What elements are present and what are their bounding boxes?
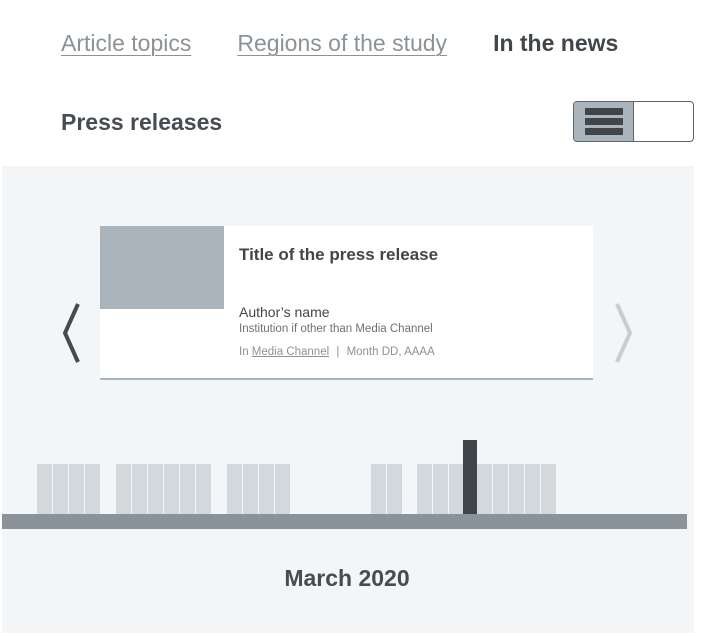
media-channel-link[interactable]: Media Channel	[252, 346, 329, 358]
press-release-card[interactable]: Title of the press release Author’s name…	[100, 226, 593, 380]
timeline-day-tick[interactable]	[541, 464, 556, 514]
timeline-day-tick[interactable]	[259, 464, 274, 514]
timeline-day-tick[interactable]	[417, 464, 432, 514]
timeline-day-tick[interactable]	[371, 464, 386, 514]
author-name: Author’s name	[239, 304, 330, 320]
institution: Institution if other than Media Channel	[239, 323, 433, 335]
timeline-day-tick[interactable]	[53, 464, 68, 514]
view-toggle	[573, 101, 694, 142]
tab-in-the-news[interactable]: In the news	[493, 30, 618, 57]
chevron-right-icon[interactable]	[611, 298, 637, 368]
timeline-day-tick[interactable]	[243, 464, 258, 514]
timeline-day-tick[interactable]	[449, 464, 464, 514]
timeline-day-tick[interactable]	[387, 464, 402, 514]
timeline-day-tick-selected[interactable]	[463, 440, 477, 514]
meta-separator: |	[336, 346, 340, 358]
month-label: March 2020	[284, 565, 410, 591]
timeline-axis	[2, 514, 687, 529]
timeline-day-tick[interactable]	[37, 464, 52, 514]
timeline-day-tick[interactable]	[227, 464, 242, 514]
tab-article-topics[interactable]: Article topics	[61, 30, 191, 57]
tab-bar: Article topics Regions of the study In t…	[61, 30, 618, 57]
timeline-day-tick[interactable]	[116, 464, 131, 514]
timeline-day-tick[interactable]	[275, 464, 290, 514]
list-view-button[interactable]	[574, 102, 634, 141]
timeline-day-tick[interactable]	[180, 464, 195, 514]
section-title: Press releases	[61, 109, 223, 135]
press-release-date: Month DD, AAAA	[346, 346, 435, 358]
timeline-day-tick[interactable]	[196, 464, 211, 514]
timeline-day-tick[interactable]	[493, 464, 508, 514]
press-release-title[interactable]: Title of the press release	[239, 245, 438, 265]
timeline-day-tick[interactable]	[477, 464, 492, 514]
press-release-thumbnail	[100, 226, 224, 309]
timeline-day-tick[interactable]	[525, 464, 540, 514]
tab-regions-of-the-study[interactable]: Regions of the study	[237, 30, 447, 57]
timeline-day-tick[interactable]	[509, 464, 524, 514]
timeline-day-tick[interactable]	[85, 464, 100, 514]
timeline-day-tick[interactable]	[433, 464, 448, 514]
timeline-day-tick[interactable]	[132, 464, 147, 514]
press-release-meta: In Media Channel | Month DD, AAAA	[239, 346, 435, 358]
timeline-day-tick[interactable]	[164, 464, 179, 514]
meta-prefix: In	[239, 346, 249, 358]
chevron-left-icon[interactable]	[58, 298, 84, 368]
timeline-day-tick[interactable]	[69, 464, 84, 514]
timeline-day-tick[interactable]	[148, 464, 163, 514]
